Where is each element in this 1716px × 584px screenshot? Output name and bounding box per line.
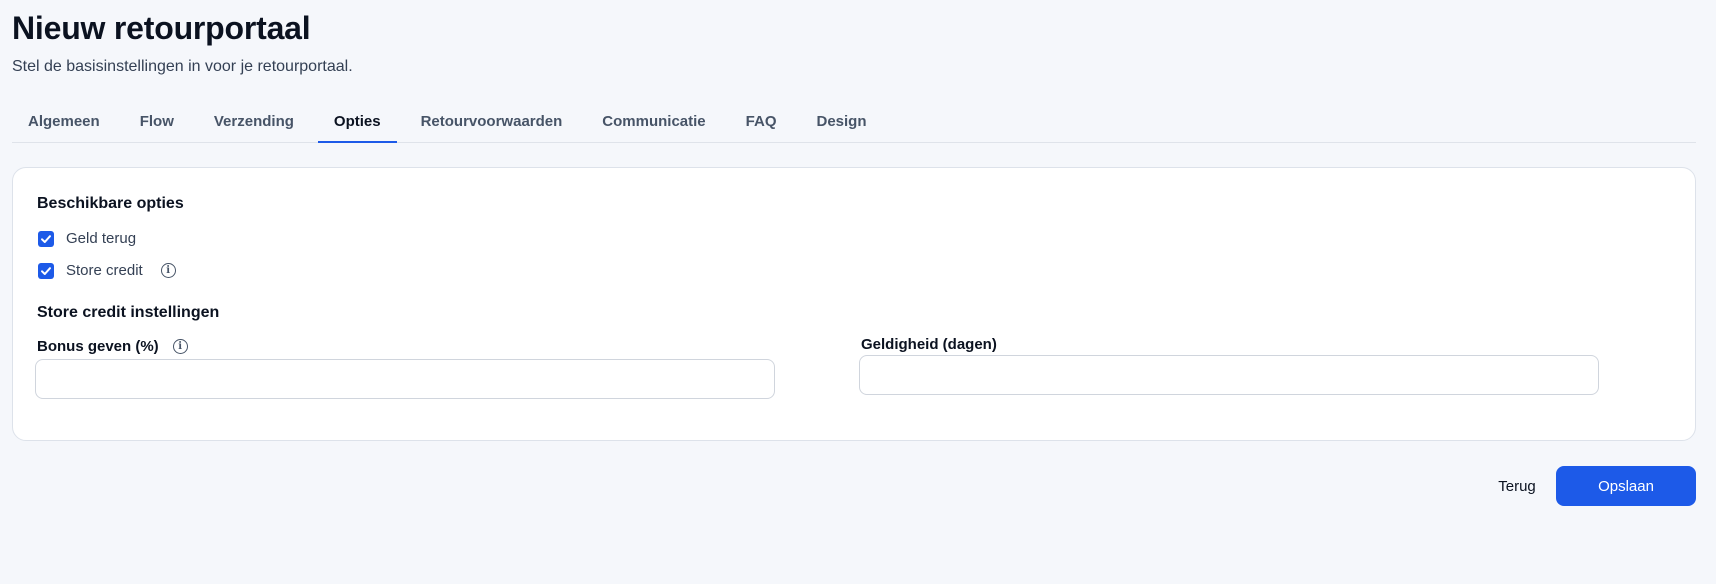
options-card: Beschikbare opties Geld terug Store cred…: [12, 167, 1696, 441]
tab-bar: Algemeen Flow Verzending Opties Retourvo…: [12, 102, 1696, 143]
option-geld-terug: Geld terug: [38, 230, 136, 247]
tab-retourvoorwaarden[interactable]: Retourvoorwaarden: [405, 102, 579, 143]
page-title: Nieuw retourportaal: [12, 10, 311, 46]
back-button[interactable]: Terug: [1482, 466, 1552, 506]
bonus-label-text: Bonus geven (%): [37, 338, 159, 355]
info-icon[interactable]: i: [172, 339, 188, 354]
store-credit-label: Store credit: [66, 262, 143, 279]
tab-communicatie[interactable]: Communicatie: [586, 102, 721, 143]
geld-terug-label: Geld terug: [66, 230, 137, 247]
tab-algemeen[interactable]: Algemeen: [12, 102, 116, 143]
bonus-label: Bonus geven (%) i: [37, 338, 188, 355]
tab-opties[interactable]: Opties: [317, 102, 397, 143]
page-subtitle: Stel de basisinstellingen in voor je ret…: [12, 58, 353, 75]
options-section-title: Beschikbare opties: [37, 195, 184, 212]
geld-terug-checkbox[interactable]: [38, 230, 54, 247]
save-button[interactable]: Opslaan: [1556, 466, 1696, 506]
tab-design[interactable]: Design: [801, 102, 883, 143]
tab-verzending[interactable]: Verzending: [198, 102, 310, 143]
bonus-input[interactable]: [35, 359, 775, 399]
option-store-credit: Store credit i: [38, 262, 176, 279]
store-credit-checkbox[interactable]: [38, 262, 54, 279]
validity-input[interactable]: [859, 355, 1599, 395]
info-icon[interactable]: i: [160, 263, 176, 278]
store-credit-section-title: Store credit instellingen: [37, 304, 220, 321]
checkmark-icon: [41, 234, 51, 243]
checkmark-icon: [41, 266, 51, 275]
validity-label-text: Geldigheid (dagen): [861, 336, 997, 353]
tab-faq[interactable]: FAQ: [730, 102, 793, 143]
tab-flow[interactable]: Flow: [124, 102, 190, 143]
validity-label: Geldigheid (dagen): [861, 336, 997, 353]
